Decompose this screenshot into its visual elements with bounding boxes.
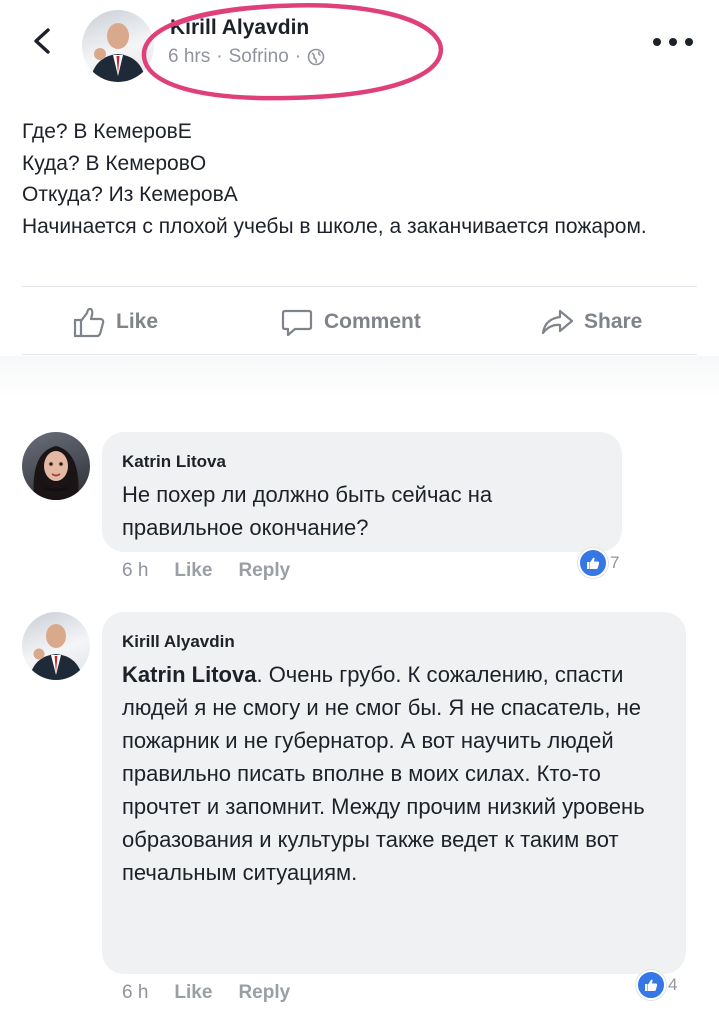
divider xyxy=(22,354,697,355)
more-options-icon[interactable] xyxy=(649,34,697,50)
share-label: Share xyxy=(584,310,643,333)
comment-reply-button[interactable]: Reply xyxy=(238,560,290,582)
action-bar: Like Comment Share xyxy=(0,296,719,348)
comment-text: Katrin Litova. Очень грубо. К сожалению,… xyxy=(122,658,672,889)
divider xyxy=(22,286,697,287)
share-button[interactable]: Share xyxy=(540,296,642,348)
meta-separator: · xyxy=(294,46,302,67)
commenter-avatar[interactable] xyxy=(22,612,90,680)
comment-button[interactable]: Comment xyxy=(280,296,421,348)
comment-author[interactable]: Katrin Litova xyxy=(122,452,226,472)
post-time[interactable]: 6 hrs xyxy=(168,46,210,68)
post-line: Где? В КемеровЕ xyxy=(22,120,192,143)
post-line: Куда? В КемеровО xyxy=(22,151,207,175)
comment-like-button[interactable]: Like xyxy=(174,560,212,582)
reaction-count[interactable]: 7 xyxy=(578,548,619,578)
comment-time[interactable]: 6 h xyxy=(122,560,148,582)
comment-icon xyxy=(281,309,313,337)
reaction-number: 7 xyxy=(610,553,620,572)
post-location[interactable]: Sofrino xyxy=(229,46,289,68)
post-line: Начинается с плохой учебы в школе, а зак… xyxy=(22,214,647,238)
mention-link[interactable]: Katrin Litova xyxy=(122,662,256,687)
like-label: Like xyxy=(116,310,159,333)
thumbs-up-icon xyxy=(73,307,105,338)
like-badge-icon xyxy=(578,548,608,578)
comment-like-button[interactable]: Like xyxy=(174,982,212,1004)
comment-body: . Очень грубо. К сожалению, спасти людей… xyxy=(122,662,645,885)
comment-author[interactable]: Kirill Alyavdin xyxy=(122,632,235,652)
share-icon xyxy=(541,309,574,335)
comment-reply-button[interactable]: Reply xyxy=(238,982,290,1004)
commenter-avatar[interactable] xyxy=(22,432,90,500)
post-meta: 6 hrs · Sofrino · xyxy=(168,46,325,68)
section-gap xyxy=(0,356,719,404)
globe-icon xyxy=(307,48,325,66)
reaction-count[interactable]: 4 xyxy=(636,970,677,1000)
comment-footer: 6 h Like Reply xyxy=(122,560,290,582)
reaction-number: 4 xyxy=(668,975,678,994)
post-text: Где? В КемеровЕ Куда? В КемеровО Откуда?… xyxy=(22,116,702,242)
comment-bubble: Katrin Litova Не похер ли должно быть се… xyxy=(102,432,622,552)
like-button[interactable]: Like xyxy=(72,296,158,348)
comment-bubble: Kirill Alyavdin Katrin Litova. Очень гру… xyxy=(102,612,686,974)
comment-text: Не похер ли должно быть сейчас на правил… xyxy=(122,482,493,540)
comment-time[interactable]: 6 h xyxy=(122,982,148,1004)
post-author-name[interactable]: Kirill Alyavdin xyxy=(170,16,309,40)
like-badge-icon xyxy=(636,970,666,1000)
post-line: Откуда? Из КемеровА xyxy=(22,183,238,206)
comment-label: Comment xyxy=(324,310,421,333)
meta-separator: · xyxy=(216,46,223,67)
author-avatar[interactable] xyxy=(82,10,154,82)
back-arrow-icon[interactable] xyxy=(28,26,58,56)
comment-footer: 6 h Like Reply xyxy=(122,982,290,1004)
